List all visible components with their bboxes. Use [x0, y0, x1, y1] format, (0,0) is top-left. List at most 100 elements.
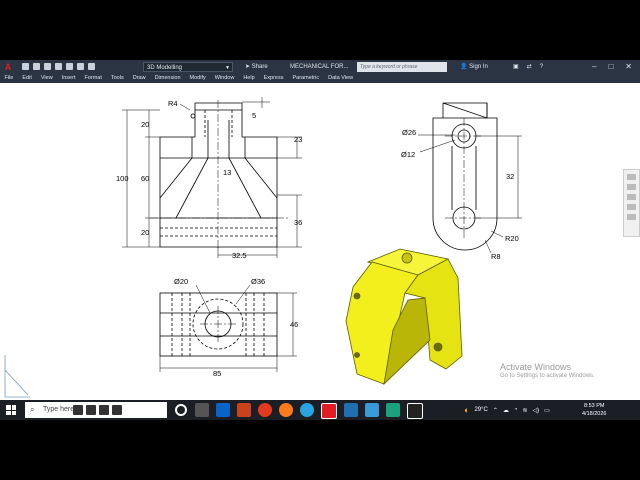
- dim-r4: R4: [168, 99, 178, 108]
- showmotion-icon[interactable]: [627, 214, 636, 220]
- model-right-hole: [433, 342, 443, 352]
- help-icon[interactable]: ?: [540, 60, 543, 74]
- activate-windows-watermark: Activate Windows Go to Settings to activ…: [500, 362, 595, 379]
- menu-help[interactable]: Help: [239, 74, 259, 83]
- windows-start-icon[interactable]: [6, 405, 16, 415]
- autocad-icon[interactable]: [321, 403, 337, 419]
- clock-time: 8:53 PM: [583, 403, 605, 409]
- menu-modify[interactable]: Modify: [185, 74, 210, 83]
- sign-in-button[interactable]: 👤 Sign In: [460, 60, 488, 74]
- menu-view[interactable]: View: [36, 74, 57, 83]
- title-tools: ▣ ⇄ ?: [513, 60, 543, 74]
- cortana-icon[interactable]: [175, 404, 187, 416]
- menu-format[interactable]: Format: [80, 74, 106, 83]
- watermark-title: Activate Windows: [500, 362, 572, 372]
- autocad-logo-icon[interactable]: A: [2, 60, 14, 74]
- capcut-icon[interactable]: [407, 403, 423, 419]
- firefox-icon[interactable]: [279, 403, 293, 417]
- dim-dia-36: Ø36: [251, 277, 265, 286]
- menu-edit[interactable]: Edit: [18, 74, 36, 83]
- front-outline: [159, 102, 278, 248]
- front-arm-inner-left: [175, 120, 209, 219]
- dim-dia-12: Ø12: [401, 150, 415, 159]
- battery-icon[interactable]: ▭: [544, 407, 550, 414]
- workspace-label: 3D Modelling: [147, 65, 183, 71]
- network-icon[interactable]: ◔: [514, 407, 518, 413]
- menu-express[interactable]: Express: [259, 74, 288, 83]
- menu-window[interactable]: Window: [210, 74, 239, 83]
- close-icon[interactable]: ✕: [625, 60, 632, 74]
- dim-r8: R8: [491, 252, 501, 261]
- drawing-canvas[interactable]: R4 5 20 100 60 20 23 13 36 32.5 Ø26 Ø12 …: [0, 83, 640, 400]
- document-title: MECHANICAL FOR...: [290, 64, 349, 70]
- open-icon[interactable]: [33, 63, 40, 70]
- menu-parametric[interactable]: Parametric: [288, 74, 324, 83]
- share-button[interactable]: ➤ Share: [245, 60, 268, 74]
- front-hidden-lines: [160, 110, 277, 237]
- workspace-dropdown[interactable]: 3D Modelling ▼: [143, 62, 233, 72]
- save-as-icon[interactable]: [55, 63, 62, 70]
- top-outline: [159, 292, 278, 357]
- menu-bar: File Edit View Insert Format Tools Draw …: [0, 74, 640, 83]
- redo-icon[interactable]: [88, 63, 95, 70]
- taskbar-clock[interactable]: 8:53 PM 4/18/2026: [582, 402, 606, 418]
- phone-icon: [99, 405, 109, 415]
- task-view-icon[interactable]: [195, 403, 209, 417]
- side-body: [432, 117, 498, 251]
- volume-icon[interactable]: ◁): [533, 407, 540, 414]
- dim-32: 32: [506, 172, 514, 181]
- dashboard-icon[interactable]: [344, 403, 358, 417]
- chevron-up-icon[interactable]: ⌃: [493, 407, 498, 414]
- exchange-icon[interactable]: ⇄: [527, 60, 532, 74]
- telegram-icon[interactable]: [300, 403, 314, 417]
- menu-insert[interactable]: Insert: [57, 74, 80, 83]
- front-fillet-mark: [190, 113, 196, 119]
- cloud-icon[interactable]: ☁: [503, 407, 509, 414]
- sign-in-label: Sign In: [469, 64, 488, 70]
- taskbar: ⌕ Type here ◐ 29°C ⌃ ☁ ◔ ≋ ◁) ▭ 8:53 PM: [0, 400, 640, 420]
- dim-46: 46: [290, 320, 298, 329]
- image-viewer-icon[interactable]: [365, 403, 379, 417]
- dim-32-5: 32.5: [232, 251, 247, 260]
- wifi-icon[interactable]: ≋: [523, 407, 528, 414]
- dim-100: 100: [116, 174, 129, 183]
- undo-icon[interactable]: [77, 63, 84, 70]
- weather-text[interactable]: 29°C: [474, 407, 487, 413]
- zoom-icon[interactable]: [627, 194, 636, 200]
- bracket-3d-model: [345, 248, 463, 386]
- save-icon[interactable]: [44, 63, 51, 70]
- taskbar-search-input[interactable]: ⌕ Type here: [25, 402, 167, 418]
- ucs-icon: [4, 355, 30, 398]
- menu-dimension[interactable]: Dimension: [150, 74, 185, 83]
- chevron-down-icon: ▼: [225, 65, 230, 71]
- menu-draw[interactable]: Draw: [128, 74, 150, 83]
- top-dimension-lines: [159, 284, 297, 372]
- menu-file[interactable]: File: [0, 74, 18, 83]
- title-bar: A 3D Modelling ▼ ➤ Share MECHANICAL FOR.…: [0, 60, 640, 74]
- menu-tools[interactable]: Tools: [106, 74, 128, 83]
- taskbar-apps: [174, 403, 423, 419]
- outlook-icon[interactable]: [216, 403, 230, 417]
- pan-icon[interactable]: [627, 184, 636, 190]
- office-icon[interactable]: [258, 403, 272, 417]
- new-icon[interactable]: [22, 63, 29, 70]
- cart-icon[interactable]: ▣: [513, 60, 519, 74]
- search-input[interactable]: Type a keyword or phrase: [357, 62, 447, 72]
- print-icon[interactable]: [66, 63, 73, 70]
- menu-data-view[interactable]: Data View: [324, 74, 358, 83]
- quick-access-toolbar: [22, 63, 95, 70]
- maximize-icon[interactable]: □: [608, 60, 613, 74]
- minimize-icon[interactable]: –: [592, 60, 596, 74]
- dim-36: 36: [294, 218, 302, 227]
- search-highlight-icons: [73, 405, 122, 415]
- watermark-subtitle: Go to Settings to activate Windows.: [500, 373, 595, 379]
- taskbar-search-text: Type here: [43, 406, 75, 413]
- side-outline: [442, 102, 488, 119]
- dim-r20: R20: [505, 234, 519, 243]
- presenter-icon[interactable]: [386, 403, 400, 417]
- weather-icon[interactable]: ◐: [464, 405, 469, 415]
- orbit-icon[interactable]: [627, 204, 636, 210]
- steering-wheel-icon[interactable]: [627, 174, 636, 180]
- powerpoint-icon[interactable]: [237, 403, 251, 417]
- drawing-svg: R4 5 20 100 60 20 23 13 36 32.5 Ø26 Ø12 …: [4, 97, 522, 398]
